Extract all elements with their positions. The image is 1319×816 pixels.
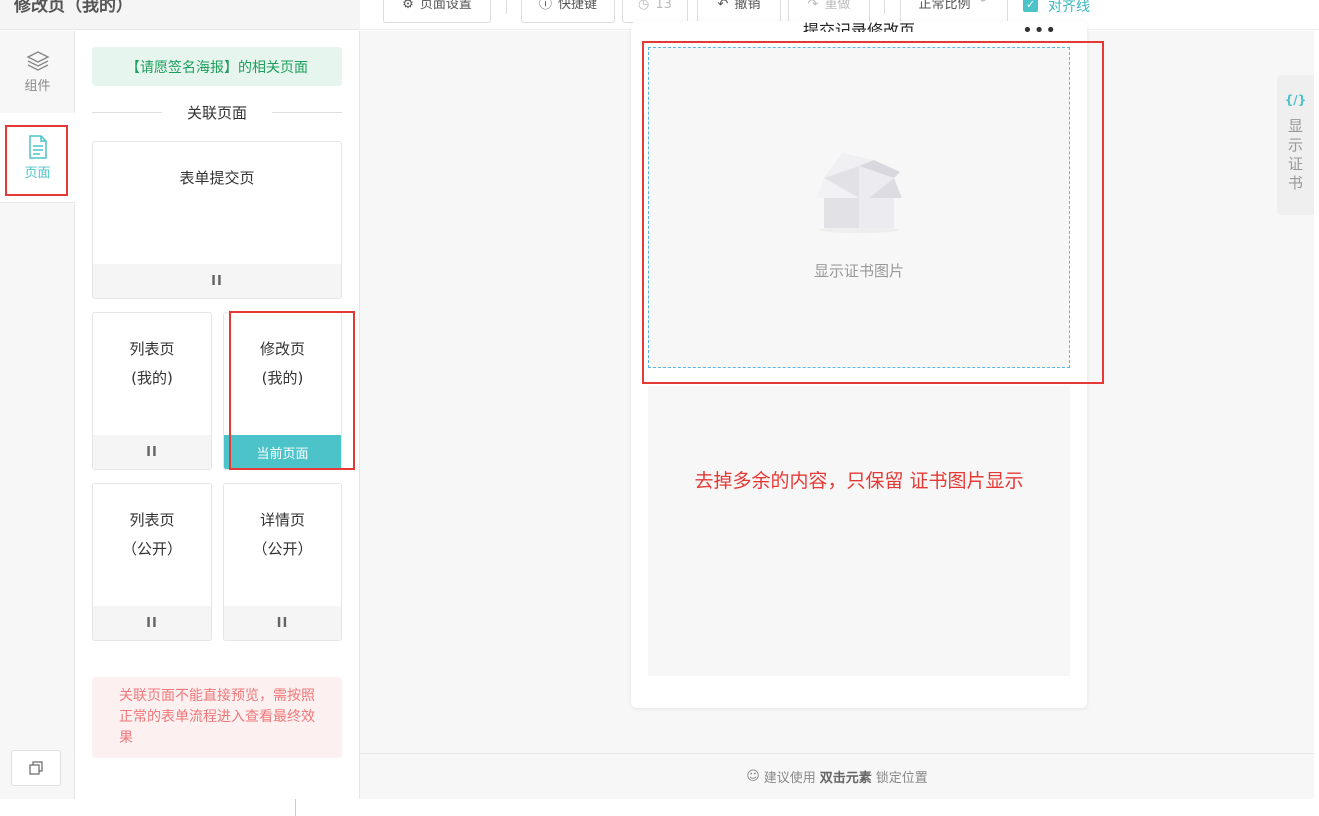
rail-label-components: 组件 — [24, 79, 51, 94]
bottom-divider — [295, 799, 296, 816]
layers-icon — [25, 51, 50, 71]
hint-bar: ☺ 建议使用 双击元素 锁定位置 — [360, 753, 1314, 799]
page-card-detail-public[interactable]: 详情页 （公开） II — [223, 483, 342, 641]
history-button[interactable]: ◷ 13 — [622, 0, 688, 23]
hint-emphasis: 双击元素 — [819, 771, 872, 786]
page-card-list-mine[interactable]: 列表页 (我的) II — [92, 312, 212, 470]
zoom-select[interactable]: 正常比例 ﹀ — [900, 0, 1008, 23]
copy-icon — [29, 761, 43, 775]
chevron-down-icon: ﹀ — [976, 0, 990, 12]
card-title: 详情页 （公开） — [252, 511, 313, 558]
card-title: 列表页 （公开） — [121, 511, 182, 558]
preview-warning: 关联页面不能直接预览，需按照正常的表单流程进入查看最终效果 — [92, 677, 342, 758]
rail-item-components[interactable]: 组件 — [0, 36, 75, 108]
design-canvas: 提交记录修改页 ••• 显示证书图片 去掉多余的内容，只保留 证书图片显示 — [360, 21, 1314, 753]
redo-label: 重做 — [824, 0, 851, 12]
shortcuts-button[interactable]: ⓘ 快捷键 — [521, 0, 615, 23]
collapse-button[interactable] — [11, 750, 61, 786]
extra-content-area[interactable]: 去掉多余的内容，只保留 证书图片显示 — [648, 386, 1070, 676]
drag-handle[interactable]: II — [93, 435, 211, 469]
toolbar-divider — [884, 0, 885, 14]
drag-handle[interactable]: II — [93, 606, 211, 640]
annotation-text: 去掉多余的内容，只保留 证书图片显示 — [694, 470, 1024, 492]
page-settings-label: 页面设置 — [419, 0, 472, 12]
section-title: 关联页面 — [186, 104, 247, 122]
hint-suffix: 锁定位置 — [875, 771, 928, 786]
gear-icon: ⚙ — [402, 0, 414, 12]
redo-button[interactable]: ↷ 重做 — [788, 0, 870, 23]
highlight-box — [5, 125, 68, 196]
bottom-strip — [0, 799, 1319, 816]
side-tab-show-certificate[interactable]: {/} 显 示 证 书 — [1277, 75, 1314, 215]
phone-page-title: 提交记录修改页 — [802, 21, 915, 32]
info-icon: ⓘ — [538, 0, 552, 12]
app-root: 修改页（我的） ⚙ 页面设置 ⓘ 快捷键 ◷ 13 ↶ 撤销 ↷ 重做 正常比例… — [0, 0, 1319, 816]
hint-prefix: 建议使用 — [763, 771, 816, 786]
highlight-box — [229, 311, 355, 470]
smile-icon: ☺ — [746, 769, 760, 784]
undo-label: 撤销 — [734, 0, 761, 12]
drag-handle[interactable]: II — [93, 264, 341, 298]
align-lines-checkbox[interactable]: ✓ — [1023, 0, 1038, 12]
undo-icon: ↶ — [717, 0, 729, 12]
zoom-value: 正常比例 — [918, 0, 971, 12]
page-settings-button[interactable]: ⚙ 页面设置 — [383, 0, 491, 23]
shortcuts-label: 快捷键 — [558, 0, 598, 12]
more-icon[interactable]: ••• — [1022, 22, 1057, 40]
clock-icon: ◷ — [638, 0, 650, 12]
redo-icon: ↷ — [807, 0, 819, 12]
history-count: 13 — [655, 0, 672, 12]
card-title: 列表页 (我的) — [129, 340, 175, 387]
card-title: 表单提交页 — [179, 169, 255, 187]
related-pages-panel: 【请愿签名海报】的相关页面 关联页面 表单提交页 II 列表页 (我的) II … — [75, 31, 360, 799]
toolbar-divider — [506, 0, 507, 14]
undo-button[interactable]: ↶ 撤销 — [697, 0, 781, 23]
phone-preview: 提交记录修改页 ••• 显示证书图片 去掉多余的内容，只保留 证书图片显示 — [631, 21, 1104, 708]
page-card-list-public[interactable]: 列表页 （公开） II — [92, 483, 212, 641]
align-lines-label[interactable]: 对齐线 — [1048, 0, 1090, 16]
left-rail: 组件 页面 — [0, 31, 75, 799]
code-icon: {/} — [1284, 93, 1307, 107]
page-title: 修改页（我的） — [14, 0, 133, 16]
page-card-form-submit[interactable]: 表单提交页 II — [92, 141, 342, 299]
panel-banner: 【请愿签名海报】的相关页面 — [92, 47, 342, 86]
section-divider: 关联页面 — [92, 102, 342, 122]
side-tab-label: 显 示 证 书 — [1287, 117, 1303, 192]
highlight-box — [642, 41, 1104, 384]
page-header: 修改页（我的） — [0, 0, 360, 30]
drag-handle[interactable]: II — [224, 606, 341, 640]
